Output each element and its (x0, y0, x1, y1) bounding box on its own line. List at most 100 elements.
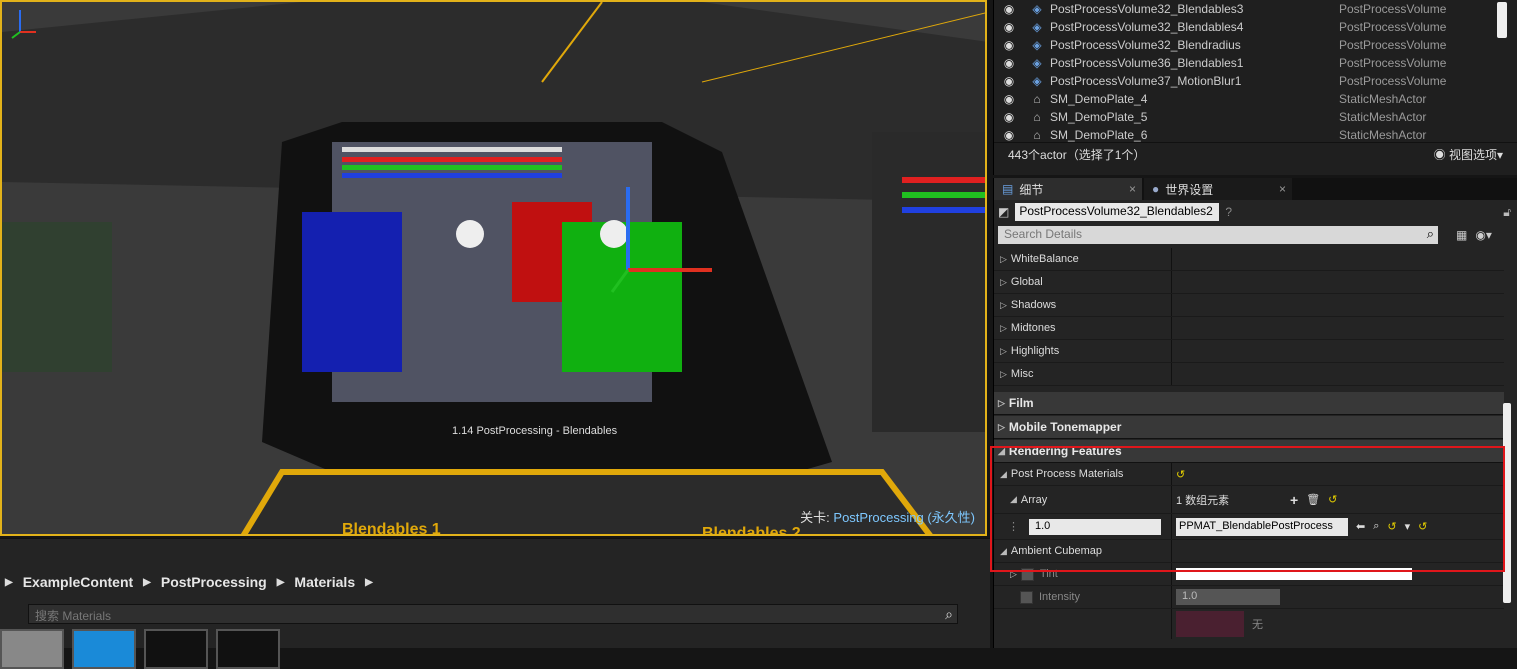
override-checkbox[interactable] (1020, 590, 1033, 604)
trash-icon[interactable]: 🗑︎ (1306, 493, 1320, 506)
close-icon[interactable]: × (1279, 182, 1286, 196)
collapse-icon[interactable]: ◢ (1000, 469, 1007, 480)
category-rendering-features[interactable]: ◢ Rendering Features (994, 440, 1504, 463)
group-misc[interactable]: ▷ Misc (994, 363, 1504, 386)
outliner-row[interactable]: ◉ ⌂ SM_DemoPlate_5 StaticMeshActor (994, 108, 1517, 126)
search-materials-input[interactable]: 搜索 Materials ⌕ (28, 604, 958, 624)
lock-icon[interactable]: 🔓︎ (1503, 205, 1511, 220)
object-name-field[interactable]: PostProcessVolume32_Blendables2 (1015, 203, 1220, 221)
reset-icon[interactable]: ↺ (1328, 493, 1337, 506)
eye-icon[interactable]: ◉ (994, 74, 1024, 88)
actor-name: SM_DemoPlate_5 (1050, 110, 1148, 124)
collapse-icon[interactable]: ◢ (1010, 494, 1017, 505)
cubemap-none-label[interactable]: 无 (1252, 616, 1263, 632)
outliner-row[interactable]: ◉ ⌂ SM_DemoPlate_4 StaticMeshActor (994, 90, 1517, 108)
search-icon[interactable]: ⌕ (1427, 226, 1434, 242)
breadcrumb-item[interactable]: ExampleContent (23, 574, 133, 590)
prop-label: Intensity (1039, 591, 1080, 603)
collapse-icon[interactable]: ◢ (1000, 546, 1007, 557)
chevron-right-icon[interactable]: ▶ (5, 577, 13, 588)
property-matrix-icon[interactable]: ▦ (1456, 228, 1467, 242)
breadcrumb-item[interactable]: Materials (294, 574, 355, 590)
level-viewport[interactable]: 1.14 PostProcessing - Blendables Blendab… (0, 0, 987, 536)
add-icon[interactable]: + (1290, 492, 1298, 508)
outliner-row[interactable]: ◉ ◈ PostProcessVolume37_MotionBlur1 PostPro… (994, 72, 1517, 90)
asset-thumbnail[interactable] (216, 629, 280, 669)
material-asset-combo[interactable]: PPMAT_BlendablePostProcess (1176, 517, 1348, 536)
category-label: Rendering Features (1008, 444, 1122, 458)
group-midtones[interactable]: ▷ Midtones (994, 317, 1504, 340)
help-icon[interactable]: ? (1225, 205, 1232, 219)
axis-indicator-icon (11, 10, 36, 39)
reset-icon[interactable]: ↺ (1387, 520, 1396, 533)
expand-icon[interactable]: ▷ (1000, 277, 1007, 288)
expand-icon[interactable]: ▷ (1000, 369, 1007, 380)
search-details-input[interactable]: Search Details ⌕ (998, 226, 1438, 244)
expand-icon[interactable]: ▷ (1000, 323, 1007, 334)
browse-icon[interactable]: ⌕ (1373, 520, 1379, 533)
group-highlights[interactable]: ▷ Highlights (994, 340, 1504, 363)
use-selected-arrow-icon[interactable]: ⬅ (1356, 520, 1365, 533)
eye-icon[interactable]: ◉ (994, 92, 1024, 106)
asset-thumbnail[interactable] (72, 629, 136, 669)
breadcrumb: ▶ ExampleContent ▶ PostProcessing ▶ Mate… (0, 567, 378, 597)
outliner-row[interactable]: ◉ ◈ PostProcessVolume32_Blendables4 PostPro… (994, 18, 1517, 36)
reset-icon[interactable]: ↺ (1418, 520, 1427, 533)
dropdown-icon[interactable]: ▾ (1405, 520, 1411, 533)
static-mesh-icon: ⌂ (1033, 110, 1041, 124)
outliner-scrollbar[interactable] (1497, 2, 1507, 38)
eye-icon[interactable]: ◉ (994, 2, 1024, 16)
prop-cubemap-texture: 无 (994, 609, 1504, 639)
chevron-right-icon[interactable]: ▶ (365, 577, 373, 588)
eye-icon[interactable]: ◉ (994, 110, 1024, 124)
chevron-right-icon[interactable]: ▶ (277, 577, 285, 588)
tab-details[interactable]: ▤ 细节 × (994, 178, 1142, 200)
outliner-row[interactable]: ◉ ◈ PostProcessVolume32_Blendables3 PostPro… (994, 0, 1517, 18)
expand-icon[interactable]: ▷ (998, 422, 1005, 433)
eye-icon[interactable]: ◉ (994, 20, 1024, 34)
blend-weight-field[interactable]: 1.0 (1029, 518, 1161, 535)
group-whitebalance[interactable]: ▷ WhiteBalance (994, 248, 1504, 271)
tint-color-swatch[interactable] (1176, 568, 1412, 580)
intensity-field[interactable]: 1.0 (1176, 589, 1280, 605)
collapse-icon[interactable]: ◢ (998, 446, 1005, 457)
close-icon[interactable]: × (1129, 182, 1136, 196)
eye-icon[interactable]: ◉▾ (1475, 228, 1492, 242)
cubemap-thumbnail[interactable] (1176, 611, 1244, 637)
tab-label: 细节 (1019, 182, 1044, 197)
chevron-right-icon[interactable]: ▶ (143, 577, 151, 588)
asset-thumbnail[interactable] (0, 629, 64, 669)
actor-type: PostProcessVolume (1339, 74, 1447, 88)
search-icon[interactable]: ⌕ (945, 606, 953, 623)
search-placeholder: 搜索 Materials (35, 609, 112, 623)
level-name: PostProcessing (永久性) (833, 510, 975, 525)
group-label: Midtones (1010, 322, 1056, 334)
drag-handle-icon[interactable]: ⋮ (1008, 520, 1019, 533)
group-shadows[interactable]: ▷ Shadows (994, 294, 1504, 317)
outliner-row[interactable]: ◉ ◈ PostProcessVolume32_Blendradius PostPro… (994, 36, 1517, 54)
actor-name: PostProcessVolume32_Blendables4 (1050, 20, 1244, 34)
static-mesh-icon: ⌂ (1033, 92, 1041, 106)
eye-icon[interactable]: ◉ (994, 56, 1024, 70)
outliner-row[interactable]: ◉ ◈ PostProcessVolume36_Blendables1 PostPro… (994, 54, 1517, 72)
reset-icon[interactable]: ↺ (1176, 468, 1185, 481)
tab-world-settings[interactable]: ● 世界设置 × (1144, 178, 1292, 200)
sphere (600, 220, 628, 248)
expand-icon[interactable]: ▷ (1000, 300, 1007, 311)
category-mobile-tonemapper[interactable]: ▷ Mobile Tonemapper (994, 416, 1504, 439)
breadcrumb-item[interactable]: PostProcessing (161, 574, 267, 590)
expand-icon[interactable]: ▷ (1000, 254, 1007, 265)
override-checkbox[interactable] (1020, 567, 1034, 581)
expand-icon[interactable]: ▷ (1000, 346, 1007, 357)
search-placeholder: Search Details (1004, 227, 1083, 241)
group-label: Global (1010, 276, 1043, 288)
asset-thumbnail[interactable] (144, 629, 208, 669)
details-scrollbar[interactable] (1503, 403, 1511, 603)
eye-icon[interactable]: ◉ (994, 38, 1024, 52)
group-global[interactable]: ▷ Global (994, 271, 1504, 294)
eye-icon[interactable]: ◉ (994, 128, 1024, 142)
expand-icon[interactable]: ▷ (998, 398, 1005, 409)
category-film[interactable]: ▷ Film (994, 392, 1504, 415)
expand-icon[interactable]: ▷ (1010, 569, 1017, 580)
view-options-button[interactable]: ◉ 视图选项▾ (1434, 146, 1503, 163)
